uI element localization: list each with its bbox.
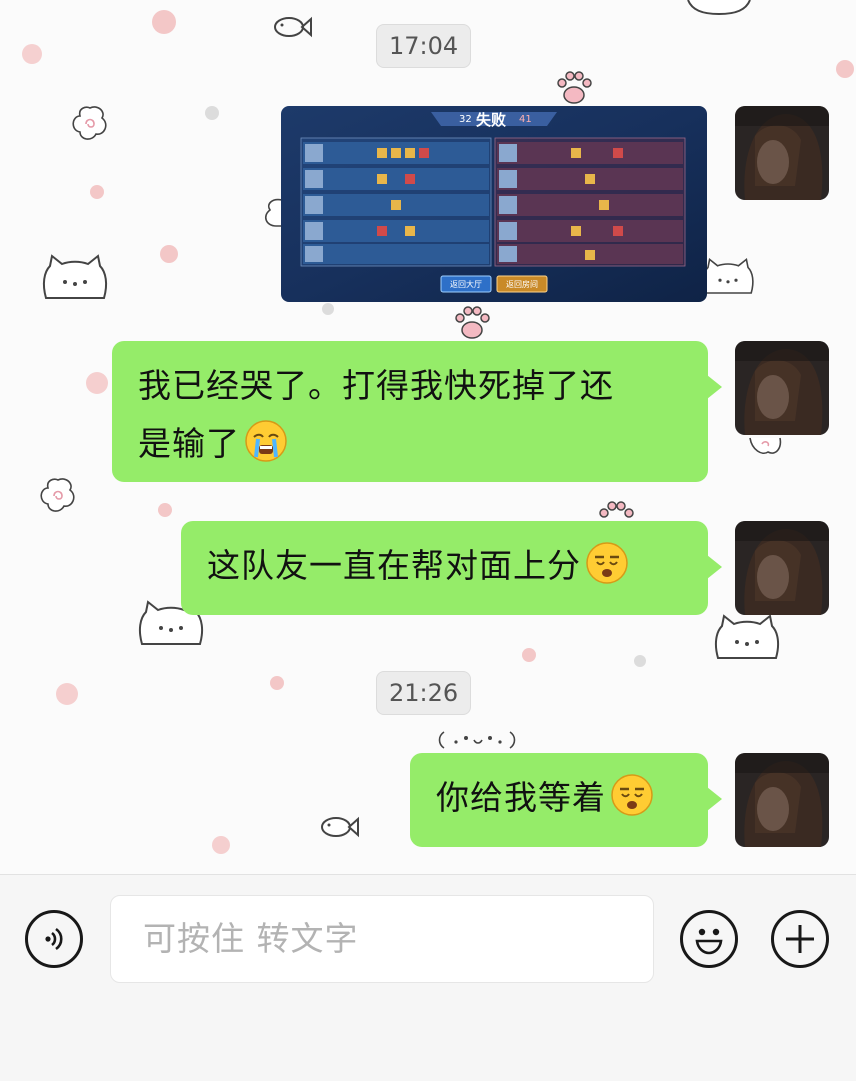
avatar-photo [735, 341, 829, 435]
wallpaper-dot [56, 683, 78, 705]
wallpaper-dot [212, 836, 230, 854]
plus-button[interactable] [771, 910, 829, 968]
crying-face-icon [245, 420, 287, 462]
message-bubble[interactable]: 我已经哭了。打得我快死掉了还 是输了 [112, 341, 722, 482]
cat-doodle [42, 254, 108, 299]
paw-doodle [455, 306, 490, 339]
wallpaper-dot [90, 185, 104, 199]
wallpaper-dot [160, 245, 178, 263]
message-bubble[interactable]: 你给我等着 [410, 753, 722, 847]
voice-button[interactable] [25, 910, 83, 968]
flower-doodle [40, 478, 75, 512]
cat-doodle [687, 0, 751, 16]
result-label: 失败 [476, 111, 506, 129]
flower-doodle [749, 437, 782, 454]
face-doodle [438, 731, 516, 749]
wallpaper-dot [158, 503, 172, 517]
message-text-line: 我已经哭了。打得我快死掉了还 [138, 366, 614, 405]
flower-doodle [72, 106, 107, 140]
avatar[interactable] [735, 753, 829, 847]
lobby-button-label: 返回大厅 [450, 279, 482, 289]
wallpaper-dot [205, 106, 219, 120]
voice-icon [45, 927, 63, 951]
wallpaper-dot [22, 44, 42, 64]
wallpaper-dot [322, 303, 334, 315]
fish-doodle [321, 816, 359, 838]
fish-doodle [274, 16, 312, 38]
unamused-face-icon [586, 542, 628, 584]
avatar[interactable] [735, 341, 829, 435]
message-text-line: 是输了 [138, 424, 240, 463]
message-input[interactable]: 可按住 转文字 [110, 895, 654, 983]
bubble-tail [707, 375, 722, 399]
left-score: 32 [459, 114, 472, 125]
wallpaper-dot [270, 676, 284, 690]
cat-doodle [714, 614, 780, 659]
chat-area[interactable]: 17:04 21:26 32 失败 41 返回大厅 返回房间 我已经哭了。打得我… [0, 0, 856, 874]
emoji-button[interactable] [680, 910, 738, 968]
avatar[interactable] [735, 521, 829, 615]
wallpaper-dot [836, 60, 854, 78]
avatar-photo [735, 521, 829, 615]
timestamp: 21:26 [376, 671, 472, 715]
message-bubble[interactable]: 这队友一直在帮对面上分 [181, 521, 722, 615]
wallpaper-dot [522, 648, 536, 662]
paw-doodle [599, 501, 634, 518]
unamused-face-icon [611, 774, 653, 816]
wallpaper-dot [86, 372, 108, 394]
game-screenshot-graphic: 32 失败 41 返回大厅 返回房间 [281, 106, 707, 302]
input-bar: 可按住 转文字 [0, 874, 856, 1081]
game-result-screenshot[interactable]: 32 失败 41 返回大厅 返回房间 [281, 106, 707, 302]
right-score: 41 [519, 114, 532, 125]
avatar-photo [735, 753, 829, 847]
emoji-icon [695, 928, 723, 955]
message-text: 你给我等着 [436, 778, 606, 817]
wallpaper-dot [152, 10, 176, 34]
paw-doodle [557, 71, 592, 104]
cat-doodle [702, 257, 754, 294]
bubble-tail [707, 787, 722, 811]
wallpaper-dot [634, 655, 646, 667]
avatar-photo [735, 106, 829, 200]
timestamp: 17:04 [376, 24, 472, 68]
avatar[interactable] [735, 106, 829, 200]
room-button-label: 返回房间 [506, 279, 538, 289]
plus-icon [786, 925, 814, 953]
message-text: 这队友一直在帮对面上分 [207, 546, 581, 585]
bubble-tail [707, 555, 722, 579]
